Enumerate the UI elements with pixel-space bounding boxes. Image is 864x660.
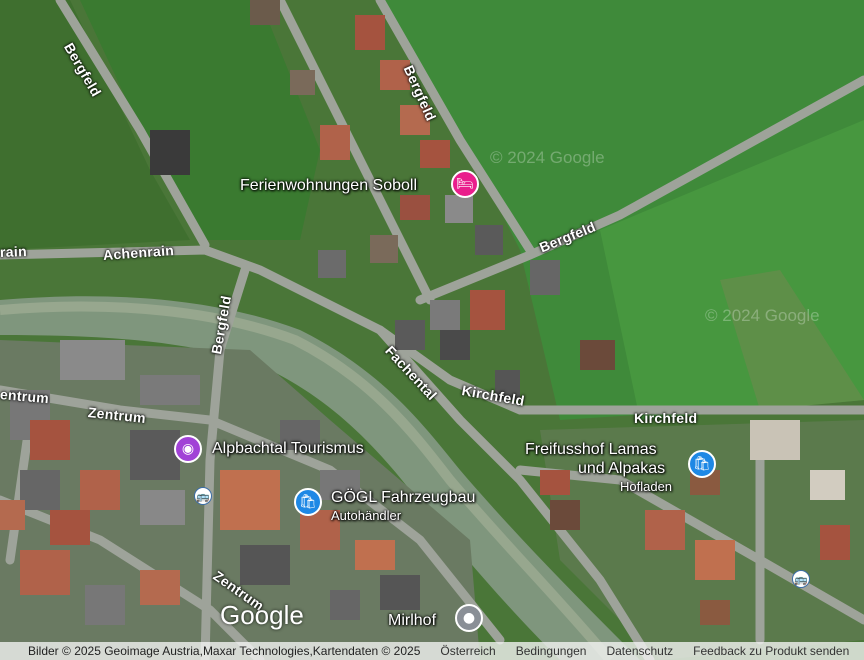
poi-label-alpbachtal[interactable]: Alpbachtal Tourismus [212,440,364,458]
map-watermark: © 2024 Google [705,306,820,325]
footer-link-country[interactable]: Österreich [430,644,505,658]
bus-stop-icon[interactable]: 🚌 [194,487,212,505]
map-watermark: © 2024 Google [490,148,605,167]
shopping-bag-icon[interactable]: 🛍 [294,488,322,516]
street-label-kirchfeld: Kirchfeld [634,410,698,426]
bed-icon[interactable]: 🛏 [451,170,479,198]
poi-sublabel-goegl: Autohändler [331,508,402,523]
shopping-bag-icon[interactable]: 🛍 [688,450,716,478]
map-attribution: Bilder © 2025 Geoimage Austria,Maxar Tec… [28,644,421,658]
footer-link-terms[interactable]: Bedingungen [506,644,597,658]
poi-sublabel-freifusshof: Hofladen [620,479,673,494]
satellite-map[interactable] [0,0,864,660]
location-pin-icon[interactable]: ● [455,604,483,632]
bus-stop-icon[interactable]: 🚌 [792,570,810,588]
poi-label-ferienwohnungen[interactable]: Ferienwohnungen Soboll [240,177,417,195]
footer-link-privacy[interactable]: Datenschutz [596,644,683,658]
footer-link-feedback[interactable]: Feedback zu Produkt senden [683,644,859,658]
poi-label-mirlhof[interactable]: Mirlhof [388,612,436,630]
street-label-achenrain-edge: rain [0,243,28,260]
map-footer: Bilder © 2025 Geoimage Austria,Maxar Tec… [0,642,864,660]
google-logo: Google [220,600,304,630]
poi-label-freifusshof[interactable]: Freifusshof Lamas [525,441,657,459]
poi-label-freifusshof-line2[interactable]: und Alpakas [578,460,665,478]
camera-icon[interactable]: ◉ [174,435,202,463]
poi-label-goegl[interactable]: GÖGL Fahrzeugbau [331,489,475,507]
